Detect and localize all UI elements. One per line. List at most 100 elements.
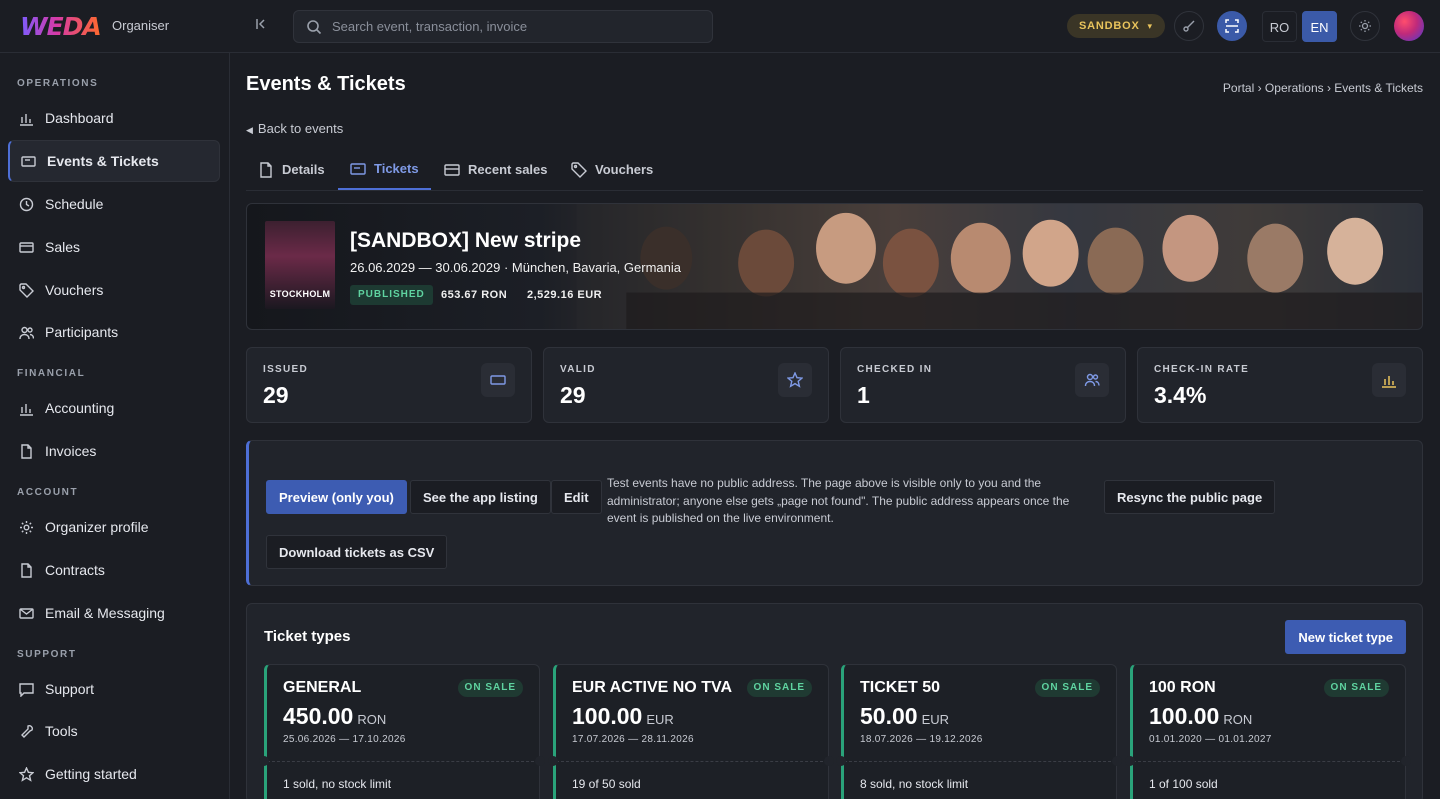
ticket-dates: 25.06.2026 — 17.10.2026 <box>283 734 406 745</box>
sidebar-item-participants[interactable]: Participants <box>8 311 220 353</box>
event-dates-location: 26.06.2029 — 30.06.2029 · München, Bavar… <box>350 260 681 275</box>
price-value: 450.00 <box>283 703 354 729</box>
sidebar-item-label: Tools <box>45 723 78 739</box>
stat-value: 29 <box>560 382 586 408</box>
wrench-icon <box>18 723 35 740</box>
mail-icon <box>18 605 35 622</box>
users-icon <box>1075 363 1109 397</box>
collapse-sidebar-icon[interactable] <box>250 15 272 37</box>
status-badge: ON SALE <box>1323 679 1389 697</box>
ticket-dates: 18.07.2026 — 19.12.2026 <box>860 734 983 745</box>
sidebar-item-contracts[interactable]: Contracts <box>8 549 220 591</box>
resync-public-page-button[interactable]: Resync the public page <box>1104 480 1276 514</box>
ticket-type-card[interactable]: TICKET 50 ON SALE 50.00 EUR 18.07.2026 — … <box>836 664 1122 799</box>
revenue-eur: 2,529.16 EUR <box>527 289 603 301</box>
stat-label: VALID <box>560 364 596 375</box>
logo-text: WEDA <box>20 11 102 41</box>
ticket-price: 450.00 RON <box>283 703 386 730</box>
download-csv-button[interactable]: Download tickets as CSV <box>266 535 448 569</box>
price-value: 100.00 <box>1149 703 1220 729</box>
brush-icon[interactable] <box>1174 11 1204 41</box>
bar-chart-icon <box>1372 363 1406 397</box>
sidebar-item-support[interactable]: Support <box>8 668 220 710</box>
price-value: 100.00 <box>572 703 643 729</box>
breadcrumb[interactable]: Portal › Operations › Events & Tickets <box>1223 81 1423 95</box>
ticket-type-card[interactable]: EUR ACTIVE NO TVA ON SALE 100.00 EUR 17.0… <box>548 664 834 799</box>
card-icon <box>444 163 460 176</box>
sidebar-item-vouchers[interactable]: Vouchers <box>8 269 220 311</box>
tag-icon <box>18 282 35 299</box>
sandbox-info-text: Test events have no public address. The … <box>607 476 1070 525</box>
ticket-types-title: Ticket types <box>264 628 351 645</box>
sidebar-item-organizer-profile[interactable]: Organizer profile <box>8 506 220 548</box>
search-icon <box>307 20 322 35</box>
caret-left-icon: ◀ <box>246 125 253 135</box>
price-currency: EUR <box>921 712 950 727</box>
ticket-sold-count: 1 of 100 sold <box>1149 777 1218 791</box>
event-title: [SANDBOX] New stripe <box>350 229 582 252</box>
price-currency: RON <box>357 712 387 727</box>
new-ticket-type-button[interactable]: New ticket type <box>1285 620 1406 654</box>
tab-vouchers[interactable]: Vouchers <box>559 149 665 190</box>
preview-button[interactable]: Preview (only you) <box>266 480 407 514</box>
tab-tickets[interactable]: Tickets <box>338 149 431 190</box>
document-icon <box>260 161 272 178</box>
back-link-label: Back to events <box>257 121 344 136</box>
stat-label: ISSUED <box>263 364 309 375</box>
tab-label: Tickets <box>374 161 419 176</box>
lang-en-button[interactable]: EN <box>1302 11 1337 42</box>
ticket-type-card[interactable]: GENERAL ON SALE 450.00 RON 25.06.2026 — 1… <box>259 664 545 799</box>
price-value: 50.00 <box>860 703 918 729</box>
tab-label: Recent sales <box>468 162 548 177</box>
status-badge: ON SALE <box>746 679 812 697</box>
sidebar-item-label: Getting started <box>45 766 137 782</box>
search-input[interactable] <box>332 11 702 42</box>
page-title: Events & Tickets <box>246 73 406 95</box>
revenue-ron: 653.67 RON <box>441 289 508 301</box>
sidebar-item-sales[interactable]: Sales <box>8 226 220 268</box>
sidebar-item-events-tickets[interactable]: Events & Tickets <box>8 140 220 182</box>
ticket-sold-count: 19 of 50 sold <box>572 777 641 791</box>
back-to-events-link[interactable]: ◀ Back to events <box>246 121 343 136</box>
tag-icon <box>571 161 587 178</box>
main-content: Events & Tickets Portal › Operations › E… <box>230 53 1440 799</box>
app-listing-button[interactable]: See the app listing <box>410 480 551 514</box>
star-icon <box>778 363 812 397</box>
perforation-divider <box>267 761 539 762</box>
gear-icon <box>18 519 35 536</box>
ticket-name: GENERAL <box>283 679 362 696</box>
theme-toggle-icon[interactable] <box>1350 11 1380 41</box>
tab-details[interactable]: Details <box>246 149 337 190</box>
ticket-type-card[interactable]: 100 RON ON SALE 100.00 RON 01.01.2020 — 0… <box>1125 664 1411 799</box>
stat-label: CHECK-IN RATE <box>1154 364 1250 375</box>
ticket-price: 100.00 RON <box>1149 703 1252 730</box>
chevron-down-icon: ▾ <box>1147 21 1153 31</box>
lang-ro-button[interactable]: RO <box>1262 11 1297 42</box>
sidebar-item-label: Organizer profile <box>45 519 149 535</box>
sidebar-item-dashboard[interactable]: Dashboard <box>8 97 220 139</box>
perforation-hole <box>259 756 269 766</box>
top-bar: WEDA Organiser SANDBOX ▾ RO EN <box>0 0 1440 53</box>
sidebar-item-tools[interactable]: Tools <box>8 710 220 752</box>
poster-text: STOCKHOLM <box>269 289 331 299</box>
sandbox-dropdown[interactable]: SANDBOX ▾ <box>1067 14 1165 38</box>
weda-logo[interactable]: WEDA <box>20 11 102 41</box>
avatar[interactable] <box>1394 11 1424 41</box>
perforation-hole <box>1112 756 1122 766</box>
edit-button[interactable]: Edit <box>551 480 602 514</box>
sidebar-item-invoices[interactable]: Invoices <box>8 430 220 472</box>
stat-value: 3.4% <box>1154 382 1207 408</box>
sidebar-section-title: ACCOUNT <box>17 487 79 498</box>
sidebar-item-schedule[interactable]: Schedule <box>8 183 220 225</box>
bar-chart-icon <box>18 110 35 127</box>
ticket-sold-count: 8 sold, no stock limit <box>860 777 969 791</box>
tab-recent-sales[interactable]: Recent sales <box>432 149 560 190</box>
ticket-name: EUR ACTIVE NO TVA <box>572 679 733 696</box>
document-icon <box>18 443 35 460</box>
stat-card-valid: VALID 29 <box>543 347 829 423</box>
sidebar-item-email-messaging[interactable]: Email & Messaging <box>8 592 220 634</box>
sidebar-item-getting-started[interactable]: Getting started <box>8 753 220 795</box>
scan-icon[interactable] <box>1217 11 1247 41</box>
sidebar-item-accounting[interactable]: Accounting <box>8 387 220 429</box>
perforation-hole <box>1125 756 1135 766</box>
